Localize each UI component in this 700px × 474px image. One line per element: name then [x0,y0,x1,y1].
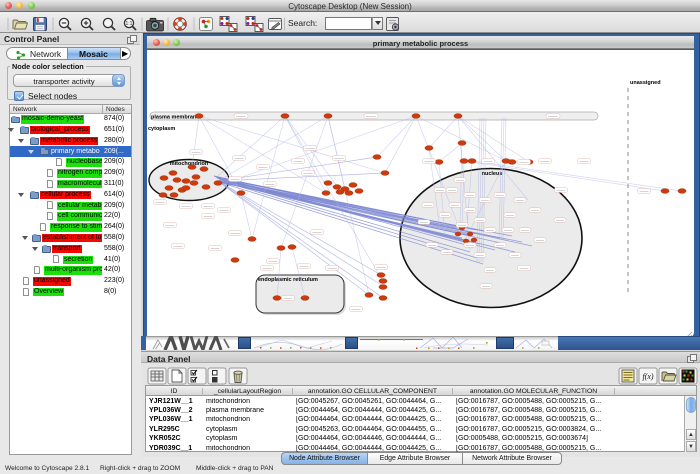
svg-text:f(x): f(x) [642,372,653,381]
svg-text:1:1: 1:1 [126,21,133,27]
svg-text:cytoplasm: cytoplasm [148,126,175,132]
svg-text:endoplasmic reticulum: endoplasmic reticulum [258,277,318,283]
svg-text:plasma membrane: plasma membrane [151,115,199,121]
svg-text:unassigned: unassigned [630,80,661,86]
